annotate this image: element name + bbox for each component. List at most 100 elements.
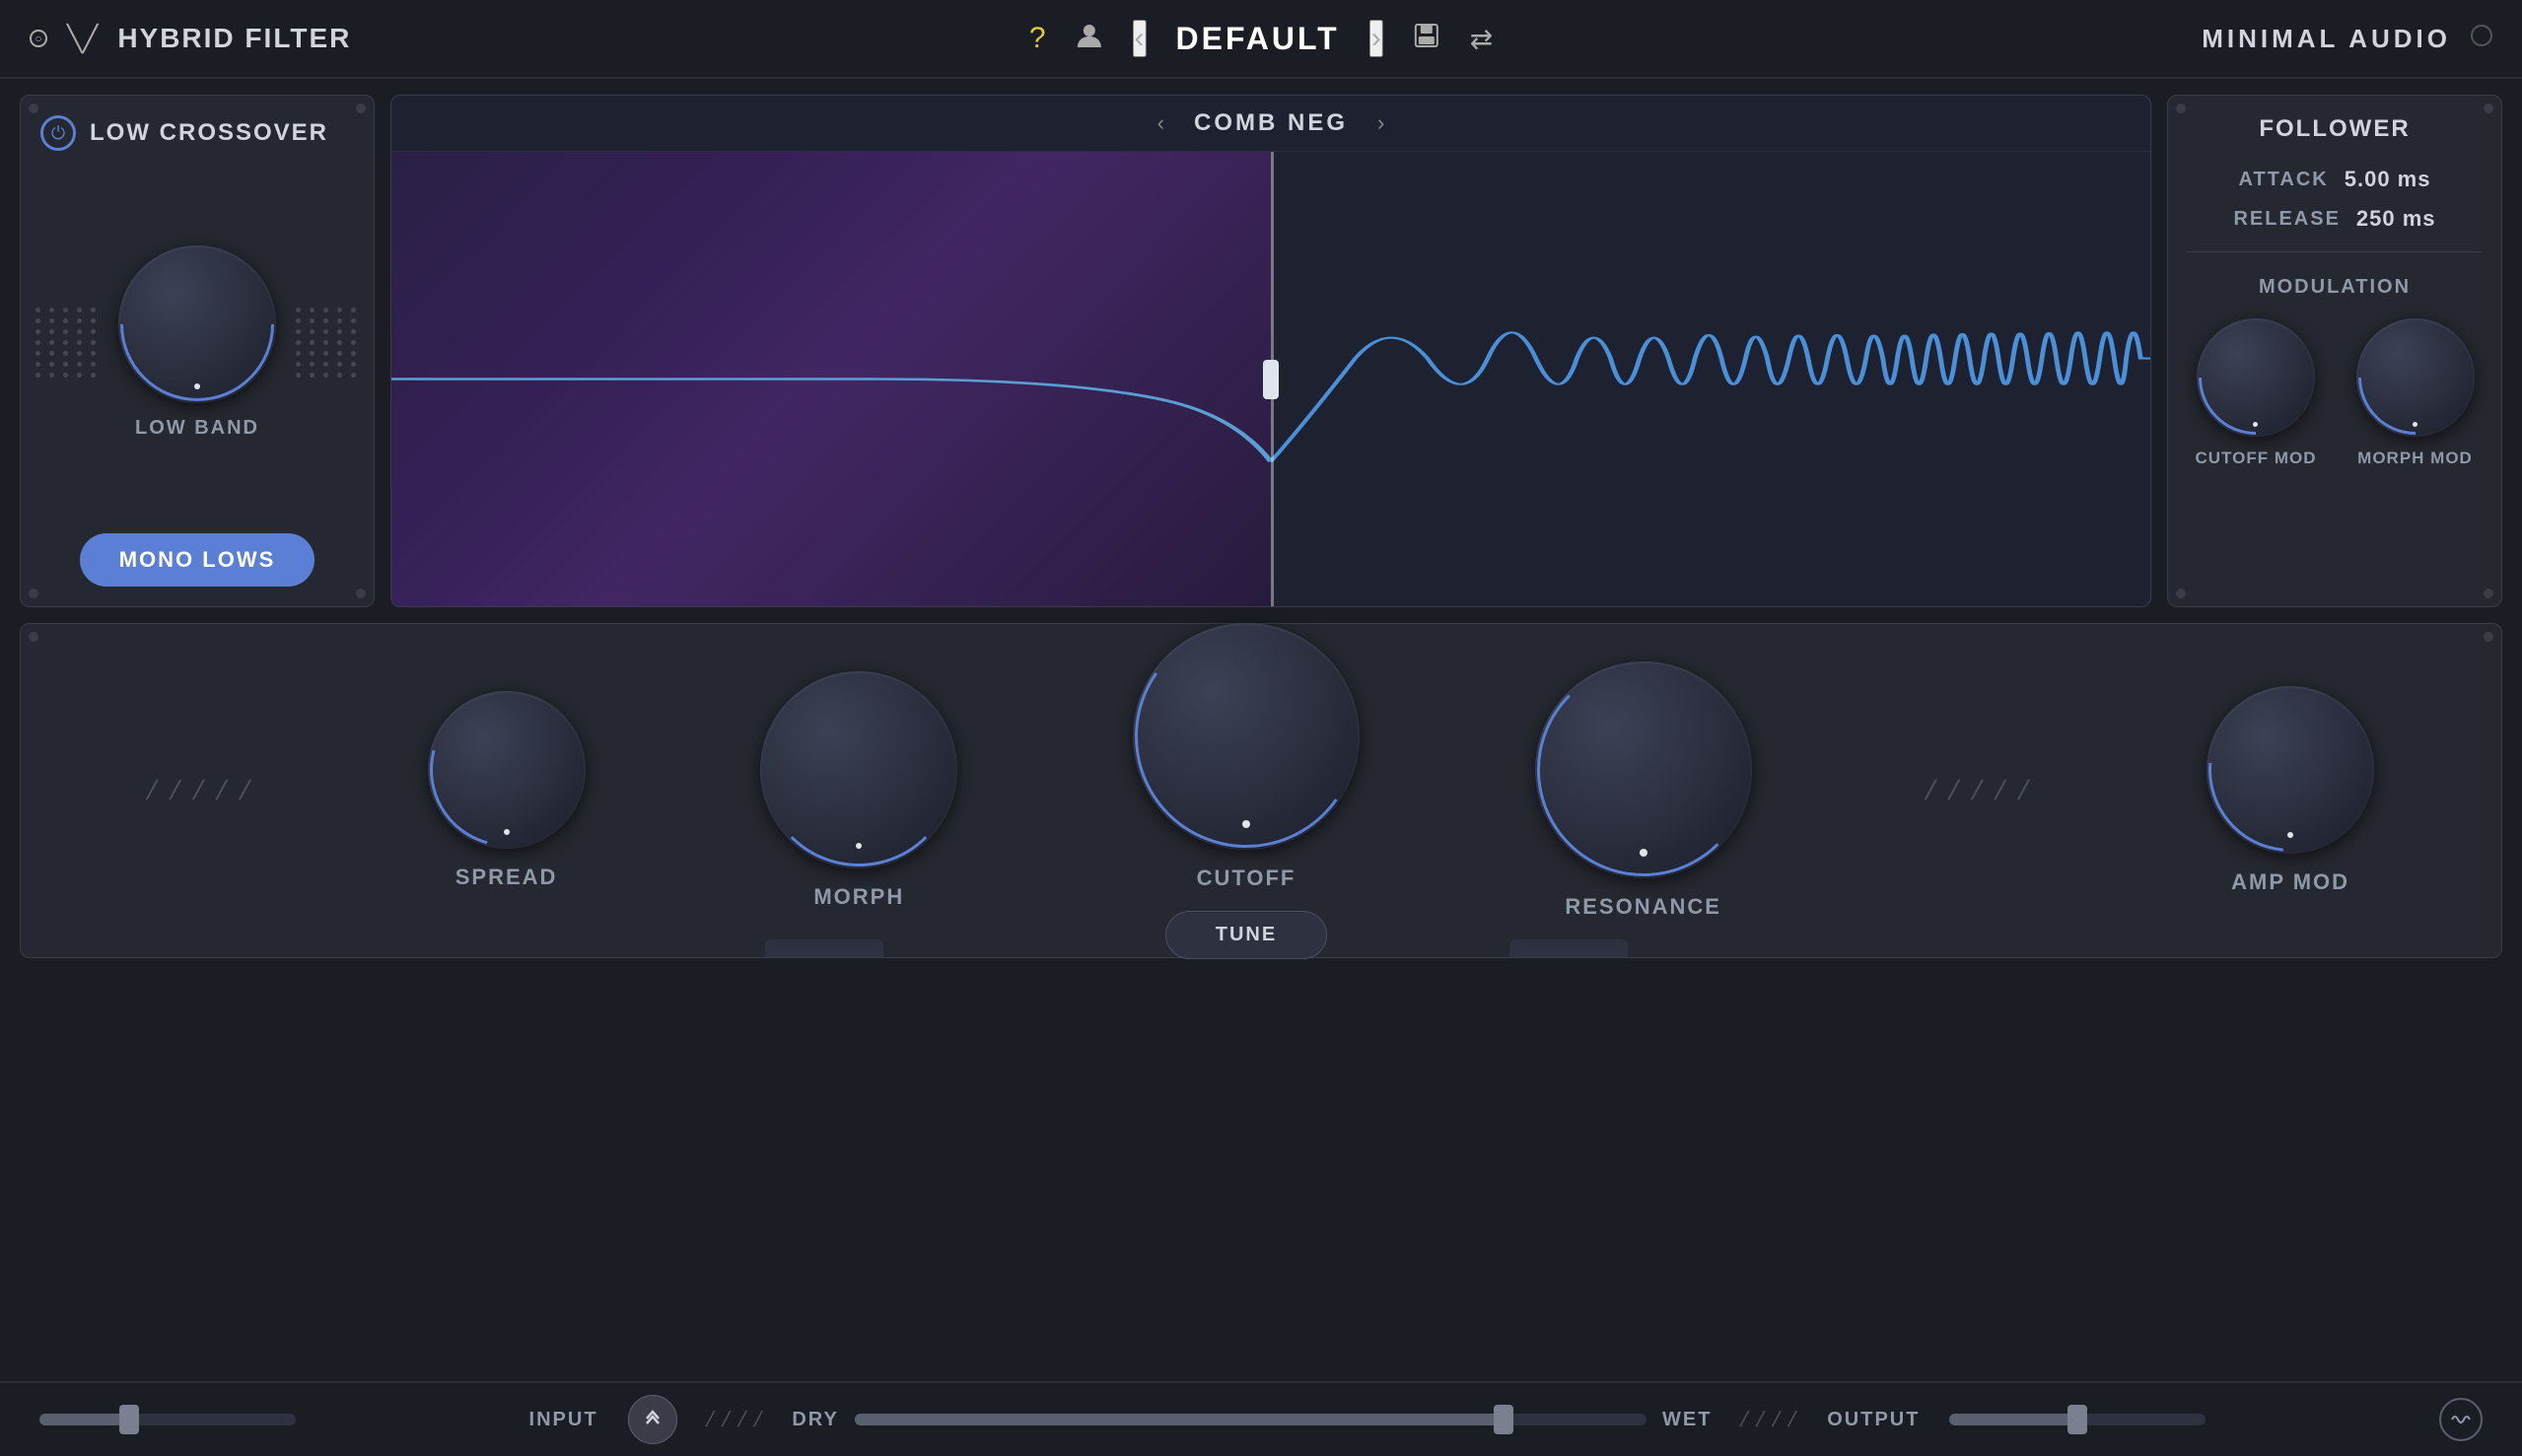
bottom-tab-left bbox=[765, 939, 883, 957]
low-band-knob-ring bbox=[89, 215, 307, 433]
bottom-tab-right bbox=[1509, 939, 1628, 957]
top-bar-center: ? ‹ DEFAULT › ⇄ bbox=[1029, 20, 1493, 57]
main-content: ⏻ LOW CROSSOVER bbox=[0, 79, 2522, 1381]
panel-header: ⏻ LOW CROSSOVER bbox=[40, 115, 328, 151]
filter-display[interactable] bbox=[391, 152, 2150, 606]
preset-name: DEFAULT bbox=[1176, 21, 1340, 57]
top-bar: ○ ╲╱ HYBRID FILTER ? ‹ DEFAULT › ⇄ MINIM… bbox=[0, 0, 2522, 79]
amp-mod-label: AMP MOD bbox=[2231, 869, 2349, 895]
resonance-label: RESONANCE bbox=[1565, 894, 1721, 920]
input-fader-fill bbox=[39, 1414, 129, 1425]
spread-knob-ring bbox=[401, 664, 611, 874]
filter-header: ‹ COMB NEG › bbox=[391, 96, 2150, 152]
mod-knobs: CUTOFF MOD MORPH MOD bbox=[2195, 318, 2474, 468]
user-button[interactable] bbox=[1076, 22, 1103, 56]
spread-indicator bbox=[504, 829, 510, 835]
output-fader-track[interactable] bbox=[1949, 1414, 2206, 1425]
dots-pattern-right bbox=[296, 308, 359, 378]
preset-prev-button[interactable]: ‹ bbox=[1133, 20, 1147, 57]
spread-knob-group: SPREAD bbox=[428, 691, 586, 890]
dry-wet-fader-track[interactable] bbox=[855, 1414, 1646, 1425]
morph-knob-ring bbox=[762, 673, 955, 867]
shuffle-button[interactable]: ⇄ bbox=[1470, 23, 1493, 55]
spread-label: SPREAD bbox=[455, 865, 558, 890]
spread-knob[interactable] bbox=[428, 691, 586, 849]
cutoff-indicator bbox=[1242, 820, 1250, 828]
output-fader-group bbox=[1949, 1414, 2410, 1425]
preset-next-button[interactable]: › bbox=[1369, 20, 1383, 57]
bottom-panel: / / / / / SPREAD MORPH CUTOFF TUNE bbox=[20, 623, 2502, 958]
mono-lows-button[interactable]: MONO LOWS bbox=[80, 533, 315, 587]
follower-params: ATTACK 5.00 ms RELEASE 250 ms bbox=[2188, 167, 2482, 252]
attack-param: ATTACK 5.00 ms bbox=[2188, 167, 2482, 192]
amp-mod-knob[interactable] bbox=[2207, 686, 2374, 854]
power-icon: ⏻ bbox=[51, 123, 65, 144]
follower-panel: FOLLOWER ATTACK 5.00 ms RELEASE 250 ms M… bbox=[2167, 95, 2502, 607]
top-panels: ⏻ LOW CROSSOVER bbox=[20, 95, 2502, 607]
chevron-up-button[interactable] bbox=[628, 1395, 677, 1444]
cutoff-label: CUTOFF bbox=[1197, 866, 1296, 891]
morph-knob[interactable] bbox=[760, 671, 957, 868]
brand-name: MINIMAL AUDIO bbox=[2202, 24, 2451, 54]
wave-button[interactable] bbox=[2439, 1398, 2483, 1441]
hash-left-bottom: / / / / bbox=[703, 1407, 766, 1432]
morph-label: MORPH bbox=[813, 884, 904, 910]
release-label: RELEASE bbox=[2233, 208, 2340, 231]
low-band-knob-indicator bbox=[194, 383, 200, 389]
modulation-section: MODULATION CUTOFF MOD bbox=[2188, 276, 2482, 468]
dry-wet-fader-thumb[interactable] bbox=[1494, 1405, 1513, 1434]
output-fader-thumb[interactable] bbox=[2067, 1405, 2087, 1434]
amp-mod-knob-group: AMP MOD bbox=[2207, 686, 2374, 895]
cutoff-handle[interactable] bbox=[1263, 360, 1279, 399]
input-fader-group bbox=[39, 1414, 500, 1425]
hash-pattern-left: / / / / / bbox=[144, 775, 257, 806]
low-crossover-panel: ⏻ LOW CROSSOVER bbox=[20, 95, 375, 607]
power-button[interactable]: ⏻ bbox=[40, 115, 76, 151]
dry-wet-fader-group: DRY WET bbox=[792, 1409, 1712, 1431]
hash-right-bottom: / / / / bbox=[1738, 1407, 1801, 1432]
amp-mod-knob-ring bbox=[2175, 655, 2406, 885]
morph-knob-group: MORPH bbox=[760, 671, 957, 910]
cutoff-mod-knob[interactable] bbox=[2197, 318, 2315, 437]
input-label: INPUT bbox=[529, 1409, 598, 1431]
follower-title: FOLLOWER bbox=[2188, 115, 2482, 143]
cutoff-knob[interactable] bbox=[1133, 623, 1360, 850]
dots-pattern-left bbox=[35, 308, 99, 378]
top-bar-right: MINIMAL AUDIO bbox=[2202, 24, 2492, 54]
input-fader-track[interactable] bbox=[39, 1414, 296, 1425]
plugin-name: HYBRID FILTER bbox=[117, 23, 351, 54]
cutoff-mod-ring bbox=[2175, 297, 2337, 458]
low-crossover-title: LOW CROSSOVER bbox=[90, 119, 328, 147]
morph-mod-ring bbox=[2334, 297, 2495, 458]
filter-next-button[interactable]: › bbox=[1377, 110, 1384, 136]
filter-prev-button[interactable]: ‹ bbox=[1157, 110, 1164, 136]
resonance-knob[interactable] bbox=[1535, 661, 1752, 878]
cutoff-mod-label: CUTOFF MOD bbox=[2195, 449, 2316, 468]
help-button[interactable]: ? bbox=[1029, 22, 1046, 55]
dry-label: DRY bbox=[792, 1409, 838, 1431]
filter-display-panel: ‹ COMB NEG › bbox=[390, 95, 2151, 607]
wet-label: WET bbox=[1662, 1409, 1712, 1431]
cutoff-knob-group: CUTOFF TUNE bbox=[1133, 623, 1360, 959]
low-band-knob-area: LOW BAND bbox=[40, 171, 354, 514]
resonance-knob-group: RESONANCE bbox=[1535, 661, 1752, 920]
morph-mod-knob[interactable] bbox=[2356, 318, 2475, 437]
hash-pattern-right: / / / / / bbox=[1923, 775, 2036, 806]
morph-mod-label: MORPH MOD bbox=[2357, 449, 2473, 468]
logo-icon: ○ bbox=[30, 30, 47, 47]
tune-button[interactable]: TUNE bbox=[1165, 911, 1327, 959]
low-band-label: LOW BAND bbox=[135, 417, 259, 440]
morph-mod-container: MORPH MOD bbox=[2356, 318, 2475, 468]
modulation-title: MODULATION bbox=[2259, 276, 2411, 299]
bottom-bar: INPUT / / / / DRY WET / / / / OUTPUT bbox=[0, 1381, 2522, 1456]
attack-label: ATTACK bbox=[2239, 169, 2329, 191]
release-param: RELEASE 250 ms bbox=[2188, 206, 2482, 232]
resonance-knob-ring bbox=[1537, 663, 1750, 876]
output-label: OUTPUT bbox=[1827, 1409, 1920, 1431]
morph-mod-indicator bbox=[2413, 422, 2417, 427]
cutoff-mod-container: CUTOFF MOD bbox=[2195, 318, 2316, 468]
input-fader-thumb[interactable] bbox=[119, 1405, 139, 1434]
waveform-icon: ╲╱ bbox=[67, 24, 98, 54]
low-band-knob[interactable] bbox=[118, 245, 276, 403]
save-button[interactable] bbox=[1413, 22, 1440, 56]
